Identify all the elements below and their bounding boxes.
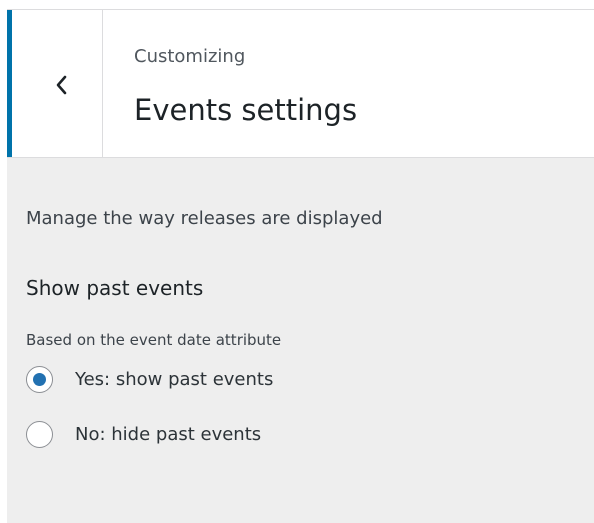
radio-label-no[interactable]: No: hide past events bbox=[75, 424, 261, 445]
radio-button-no[interactable] bbox=[26, 421, 53, 448]
chevron-left-icon bbox=[56, 75, 67, 95]
section-description: Manage the way releases are displayed bbox=[26, 208, 383, 229]
setting-hint: Based on the event date attribute bbox=[26, 331, 282, 349]
panel-header: Customizing Events settings bbox=[7, 10, 594, 158]
panel-eyebrow: Customizing bbox=[134, 46, 246, 67]
radio-label-yes[interactable]: Yes: show past events bbox=[75, 369, 273, 390]
customizer-panel: Customizing Events settings bbox=[7, 9, 594, 523]
back-button[interactable] bbox=[7, 10, 103, 157]
setting-heading: Show past events bbox=[26, 276, 204, 300]
panel-title: Events settings bbox=[134, 93, 358, 127]
radio-button-yes[interactable] bbox=[26, 366, 53, 393]
